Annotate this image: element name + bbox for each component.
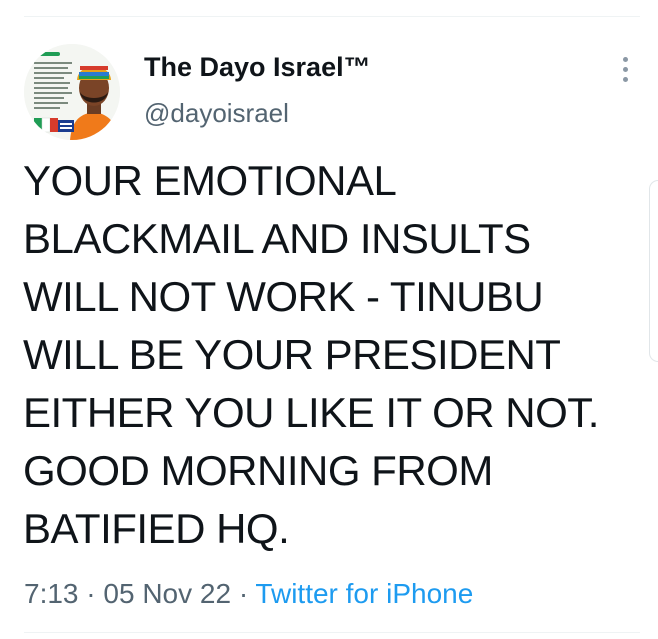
tweet-text-line: BATIFIED HQ. (23, 505, 290, 552)
display-name[interactable]: The Dayo Israel™ (144, 52, 371, 83)
tweet-source-link[interactable]: Twitter for iPhone (255, 578, 473, 609)
top-divider (24, 16, 640, 17)
meta-separator: · (238, 578, 249, 609)
more-dot (622, 76, 628, 82)
tweet-text-line: WILL NOT WORK - TINUBU (23, 273, 544, 320)
tweet-text-line: BLACKMAIL AND INSULTS (23, 215, 531, 262)
more-dot (622, 66, 628, 72)
user-handle[interactable]: @dayoisrael (144, 98, 289, 129)
tweet-text-line: YOUR EMOTIONAL (23, 157, 397, 204)
bottom-divider (24, 632, 640, 633)
tweet-text-line: EITHER YOU LIKE IT OR NOT. (23, 389, 599, 436)
more-vertical-icon[interactable] (612, 52, 638, 86)
avatar[interactable] (24, 44, 120, 140)
tweet-time[interactable]: 7:13 (24, 578, 79, 609)
tweet-date[interactable]: 05 Nov 22 (103, 578, 231, 609)
meta-separator: · (86, 578, 96, 609)
scroll-edge (649, 180, 658, 362)
more-dot (622, 56, 628, 62)
tweet-meta: 7:13 · 05 Nov 22 · Twitter for iPhone (24, 578, 473, 610)
avatar-image (24, 44, 120, 140)
tweet-text-line: WILL BE YOUR PRESIDENT (23, 331, 561, 378)
tweet-text-line: GOOD MORNING FROM (23, 447, 493, 494)
tweet-text: YOUR EMOTIONAL BLACKMAIL AND INSULTS WIL… (23, 152, 638, 558)
